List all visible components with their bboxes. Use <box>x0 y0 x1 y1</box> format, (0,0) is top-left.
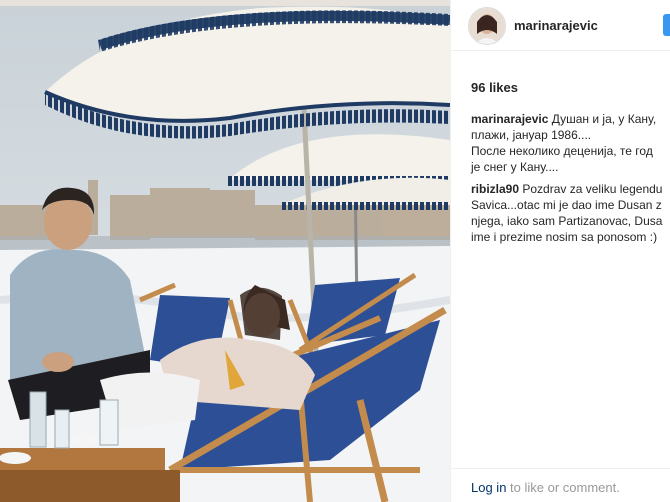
likes-count[interactable]: 96 likes <box>471 80 518 95</box>
post-photo[interactable] <box>0 0 450 502</box>
avatar-image <box>469 8 505 44</box>
login-prompt-text: to like or comment. <box>506 480 620 495</box>
comment-line: плажи, јануар 1986.... <box>471 128 592 142</box>
comment-line: ime i prezime nosim sa ponosom :) <box>471 230 658 244</box>
comment-line: После неколико деценија, те год <box>471 144 653 158</box>
post-header: marinarajevic <box>451 0 670 51</box>
login-link[interactable]: Log in <box>471 480 506 495</box>
beach-photo-illustration <box>0 0 450 502</box>
comment-username[interactable]: ribizla90 <box>471 182 519 196</box>
comment-item: marinarajevic Душан и ја, у Кану, плажи,… <box>471 111 670 175</box>
comment-line: је снег у Кану.... <box>471 160 559 174</box>
post-username[interactable]: marinarajevic <box>514 18 598 33</box>
instagram-post: marinarajevic 96 likes marinarajevic Душ… <box>0 0 670 502</box>
comment-line: ribizla90 Pozdrav za veliku legendu <box>471 182 663 196</box>
post-sidebar: marinarajevic 96 likes marinarajevic Душ… <box>450 0 670 502</box>
comment-item: ribizla90 Pozdrav za veliku legendu Savi… <box>471 181 670 245</box>
comment-line: marinarajevic Душан и ја, у Кану, <box>471 112 657 126</box>
login-prompt: Log in to like or comment. <box>471 480 620 495</box>
comment-line: Savica...otac mi je dao ime Dusan z <box>471 198 662 212</box>
comment-username[interactable]: marinarajevic <box>471 112 548 126</box>
comments-list: marinarajevic Душан и ја, у Кану, плажи,… <box>471 111 670 251</box>
post-footer: Log in to like or comment. <box>451 468 670 502</box>
comment-line: njega, iako sam Partizanovac, Dusa <box>471 214 663 228</box>
follow-button[interactable] <box>663 14 670 36</box>
avatar[interactable] <box>468 7 506 45</box>
